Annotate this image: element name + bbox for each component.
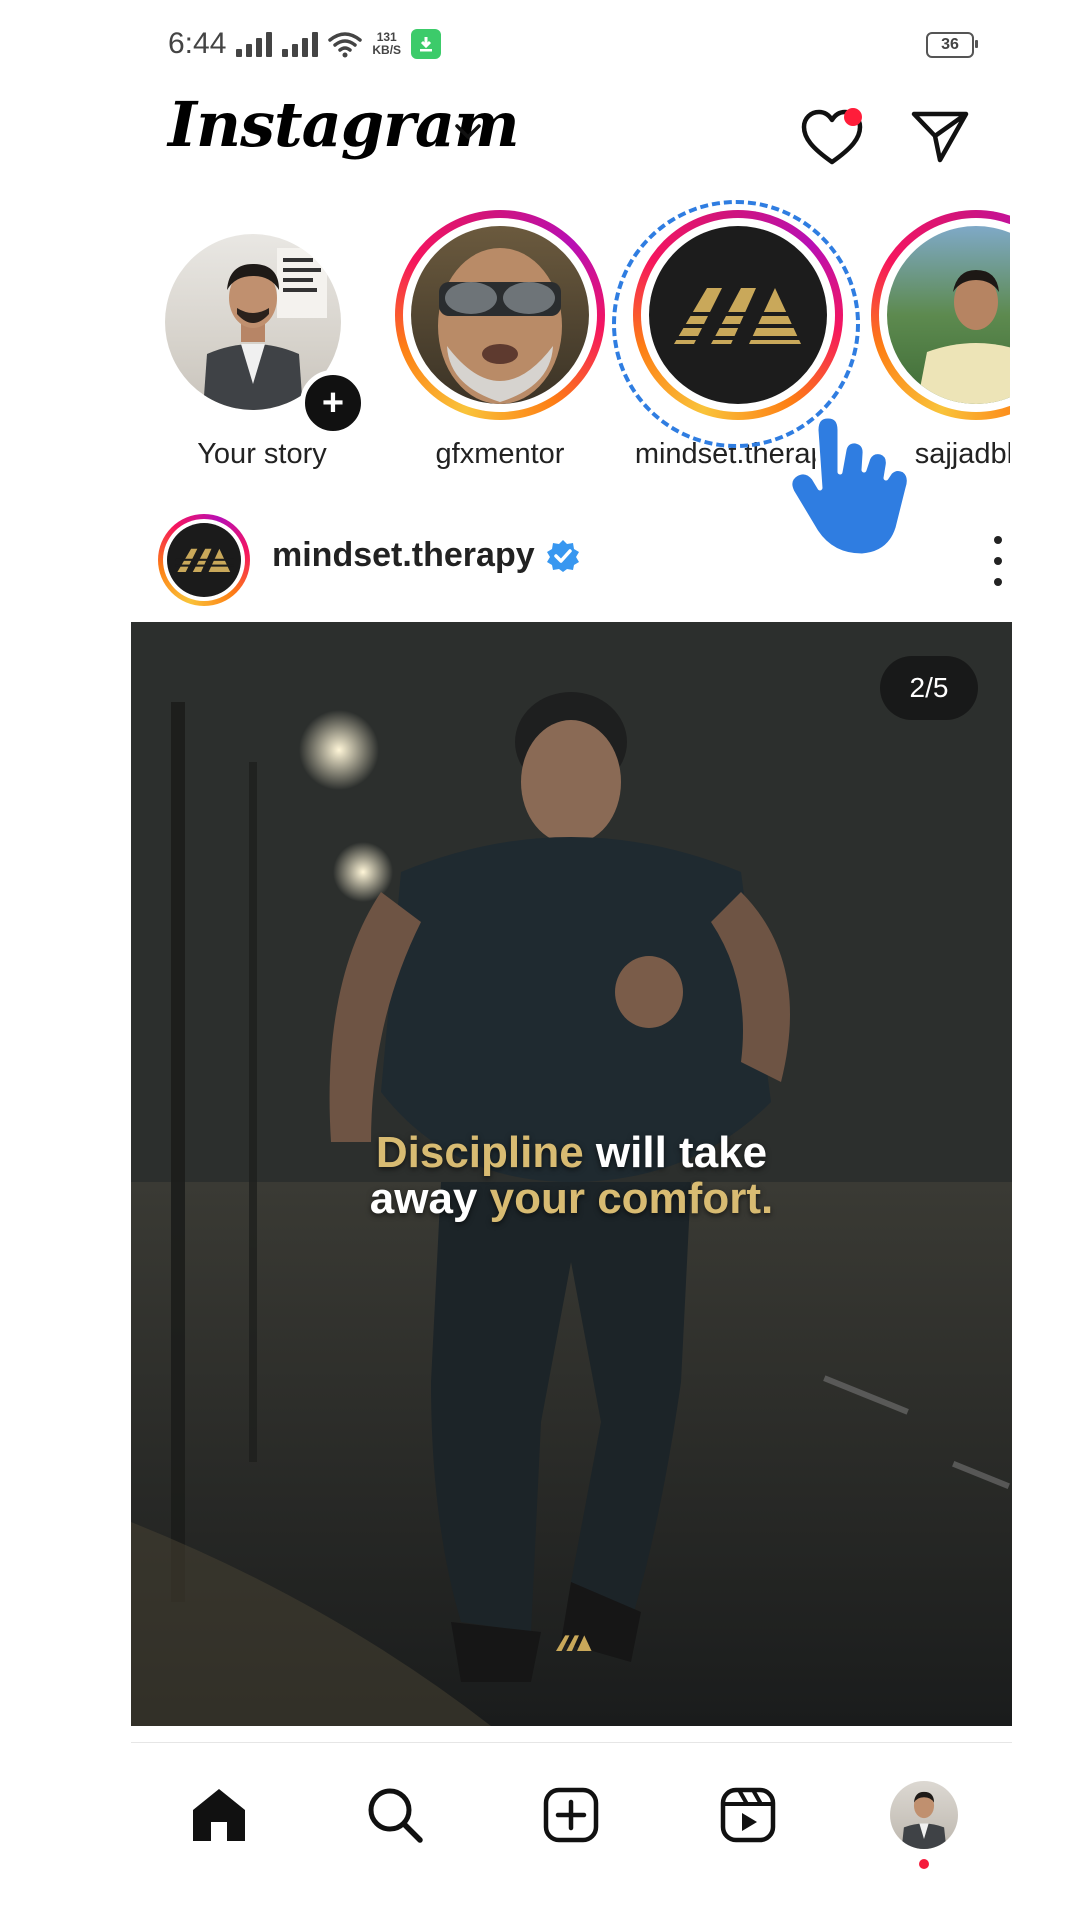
verified-badge-icon [546, 539, 579, 572]
nav-home[interactable] [179, 1775, 259, 1855]
nav-profile[interactable] [884, 1775, 964, 1869]
post-caption-overlay: Discipline will take away your comfort. [131, 1130, 1012, 1222]
network-speed: 131 KB/S [372, 31, 401, 57]
wifi-icon [328, 32, 363, 58]
caption-gold-1: Discipline [375, 1128, 584, 1177]
story-ring [395, 210, 605, 420]
reels-icon [720, 1787, 775, 1843]
story-avatar [411, 226, 589, 404]
instagram-feed-screen: 6:44 131 KB/S 36 Instagram + Your story … [0, 0, 1080, 1920]
home-icon [193, 1789, 246, 1841]
signal-icon-2 [282, 31, 319, 57]
profile-notification-dot [918, 1859, 929, 1869]
header-actions [800, 108, 970, 168]
carousel-counter: 2/5 [880, 656, 978, 720]
story-label: gfxmentor [435, 438, 565, 470]
caption-white-1: will take [583, 1128, 768, 1177]
chevron-down-icon[interactable] [453, 122, 483, 142]
network-speed-value: 131 [376, 30, 397, 44]
nav-search[interactable] [355, 1775, 435, 1855]
create-icon [544, 1787, 599, 1843]
add-story-button[interactable]: + [300, 370, 366, 436]
more-options-icon[interactable] [988, 536, 1008, 586]
direct-message-icon[interactable] [910, 108, 970, 164]
bottom-navigation [131, 1760, 1012, 1870]
post-avatar[interactable] [158, 514, 250, 606]
profile-avatar [889, 1781, 958, 1849]
notifications-button[interactable] [800, 108, 864, 168]
notification-dot [844, 108, 862, 126]
story-label: Your story [197, 438, 327, 470]
download-icon [411, 29, 442, 59]
status-bar: 6:44 131 KB/S [168, 24, 442, 64]
caption-gold-2: your comfort. [489, 1174, 774, 1223]
story-ring [871, 210, 1010, 420]
caption-white-2: away [369, 1174, 490, 1223]
tap-hand-icon [787, 413, 912, 559]
nav-divider [131, 1742, 1012, 1743]
story-ring: + [157, 210, 367, 436]
status-time: 6:44 [168, 27, 227, 60]
story-your-story[interactable]: + Your story [152, 210, 372, 471]
battery-indicator: 36 [926, 32, 978, 58]
signal-icon [236, 31, 273, 57]
network-speed-unit: KB/S [372, 43, 402, 57]
post-username-text[interactable]: mindset.therapy [272, 536, 535, 575]
nav-create[interactable] [531, 1775, 611, 1855]
post-username[interactable]: mindset.therapy [272, 536, 581, 575]
search-icon [368, 1788, 424, 1843]
post-image[interactable]: 2/5 Discipline will take away your comfo… [131, 622, 1012, 1726]
nav-reels[interactable] [708, 1775, 788, 1855]
story-gfxmentor[interactable]: gfxmentor [390, 210, 610, 471]
app-header: Instagram [168, 88, 520, 178]
